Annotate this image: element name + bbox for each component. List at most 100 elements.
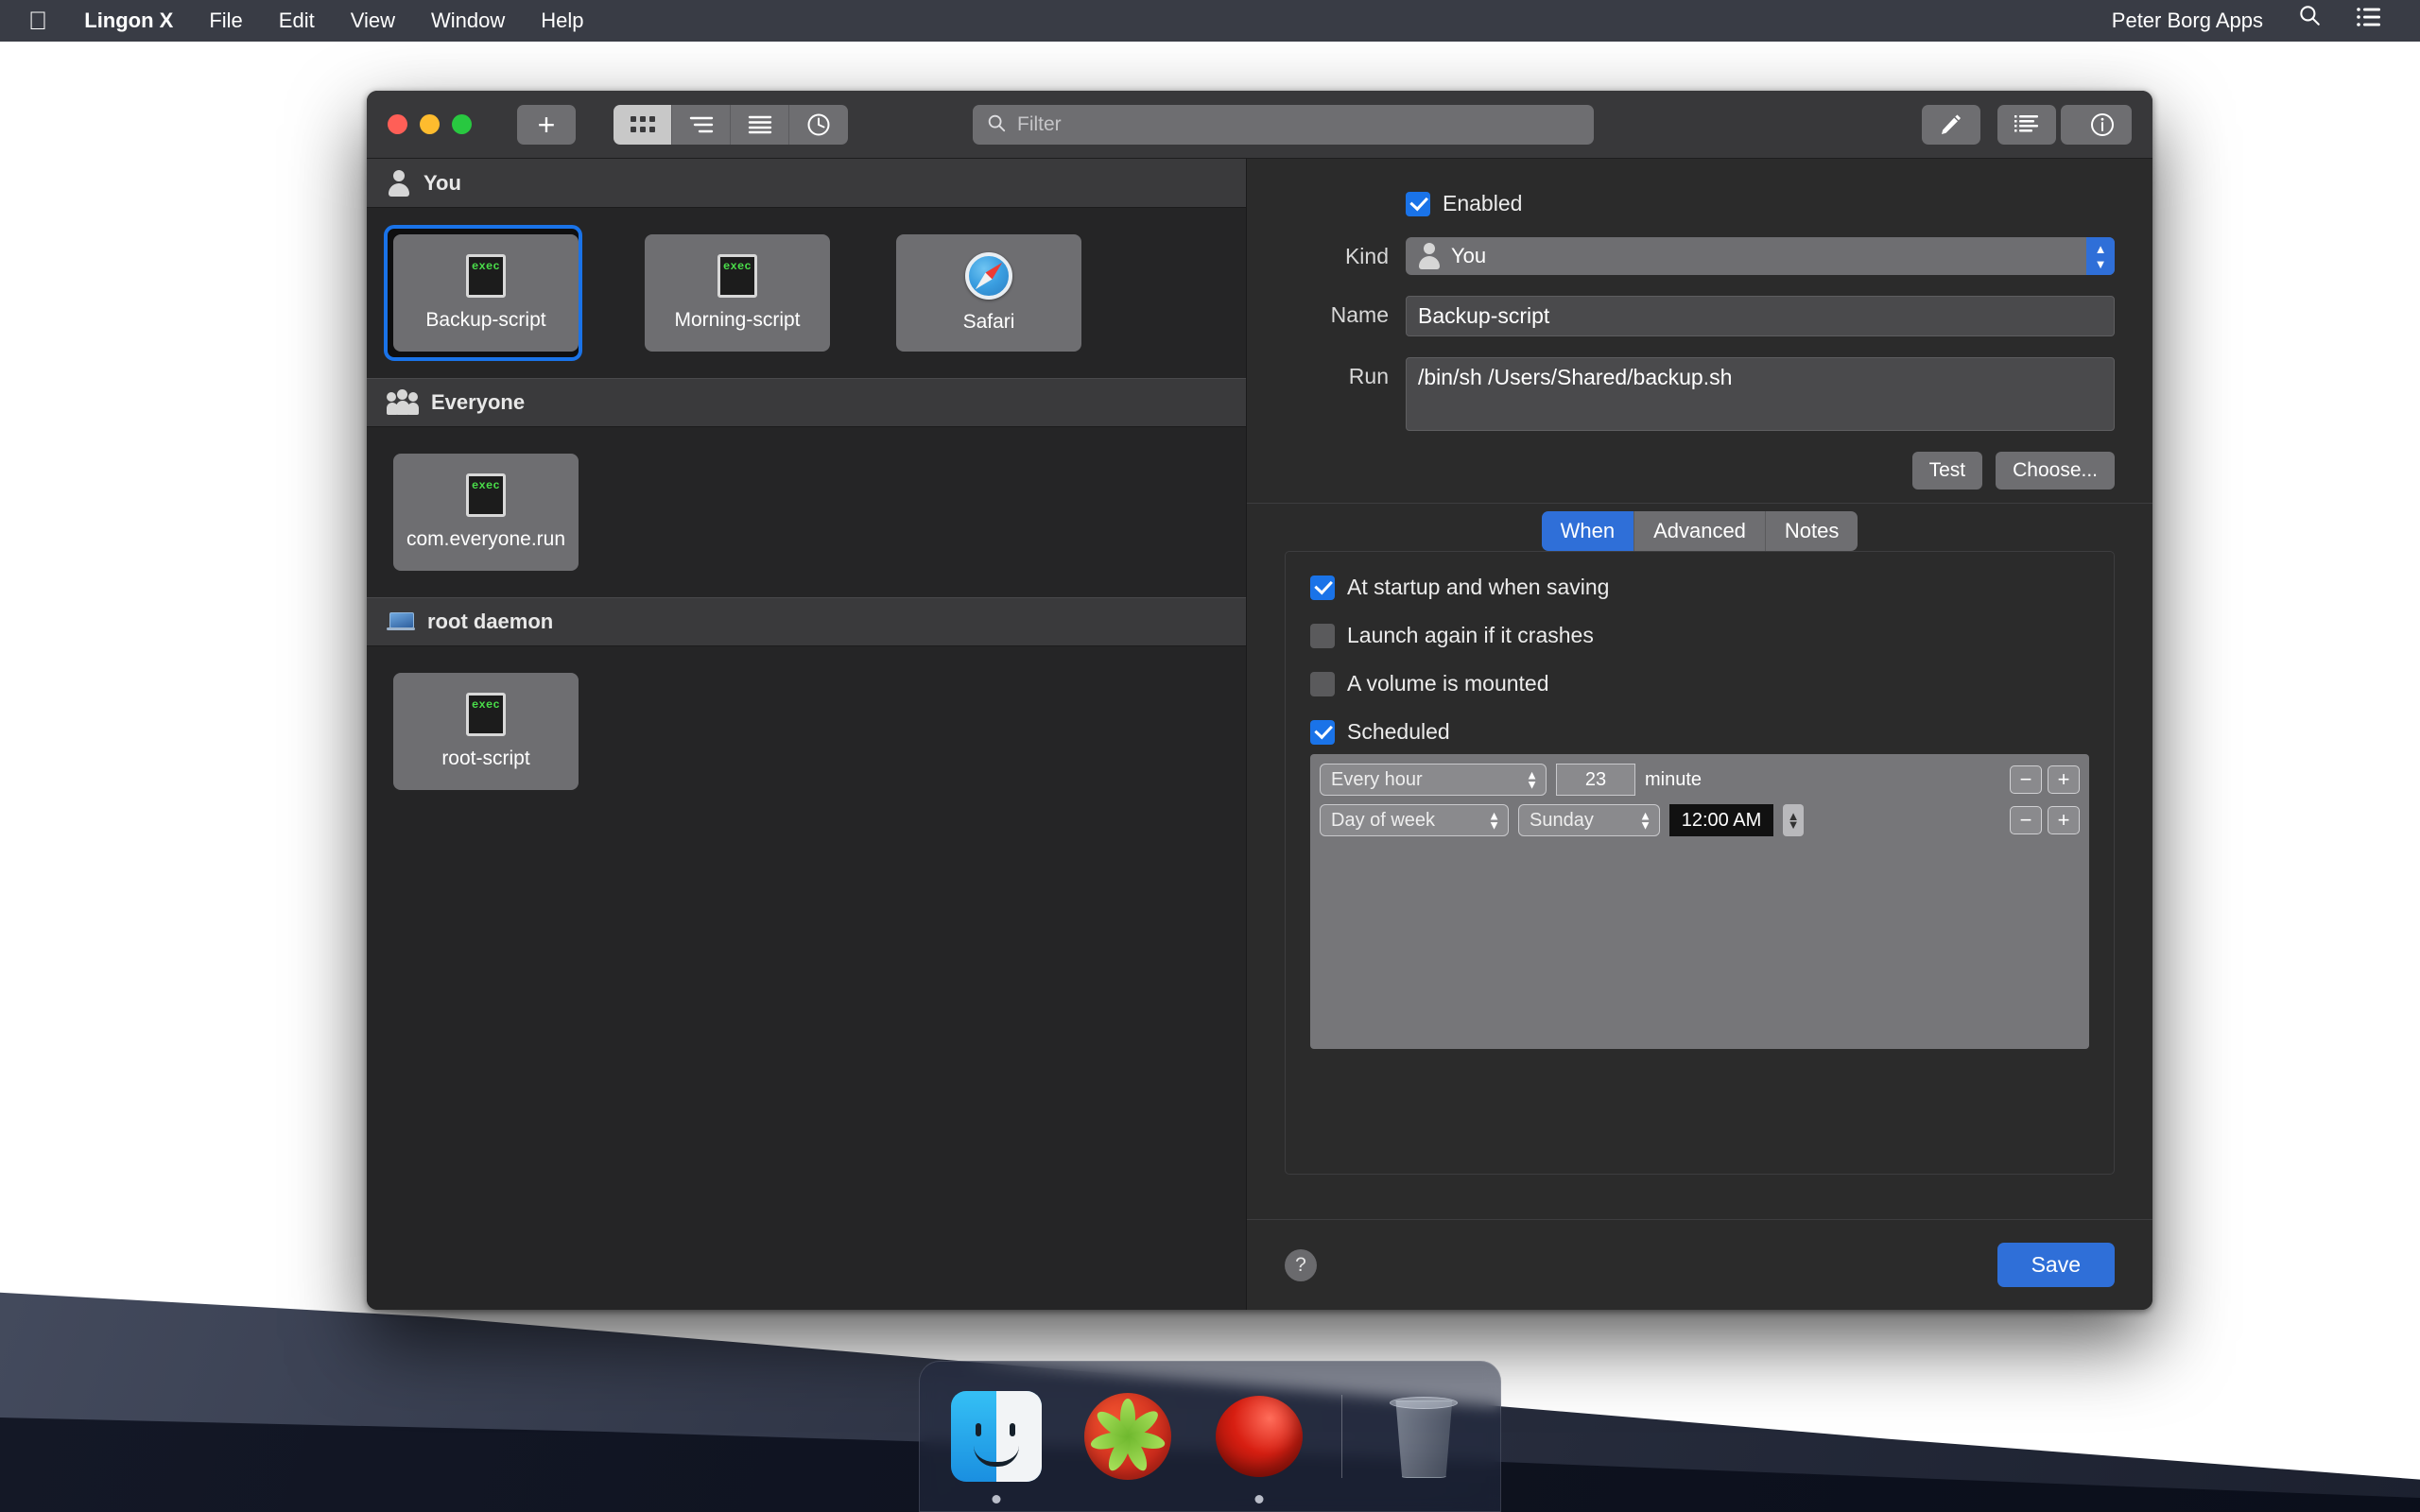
job-tile-backup-script[interactable]: exec Backup-script [384, 225, 582, 361]
view-mode-segmented-control [614, 105, 848, 145]
list-view-button[interactable] [731, 105, 789, 145]
window-body: You exec Backup-script exec Morning-scri… [367, 159, 2152, 1310]
menu-app-name[interactable]: Lingon X [66, 0, 191, 42]
name-input[interactable]: Backup-script [1406, 296, 2115, 336]
menu-item-view[interactable]: View [333, 0, 413, 42]
schedule-unit-label-1: minute [1645, 769, 1702, 791]
schedule-day-select-2[interactable]: Sunday ▲▼ [1518, 804, 1660, 836]
option-scheduled[interactable]: Scheduled [1310, 719, 2089, 745]
dock-item-lingon-x[interactable] [1078, 1385, 1177, 1487]
save-button[interactable]: Save [1997, 1243, 2115, 1287]
scheduled-checkbox[interactable] [1310, 720, 1335, 745]
schedule-interval-select-1[interactable]: Every hour ▲▼ [1320, 764, 1547, 796]
enabled-checkbox[interactable] [1406, 192, 1430, 216]
remove-schedule-button-1[interactable]: − [2010, 765, 2042, 794]
menu-item-help[interactable]: Help [523, 0, 601, 42]
job-tile-root-script[interactable]: exec root-script [384, 663, 582, 799]
job-tile-safari[interactable]: Safari [887, 225, 1085, 361]
edit-pencil-button[interactable] [1922, 105, 1980, 145]
dock-item-finder[interactable] [946, 1385, 1046, 1487]
chevron-updown-icon: ▲▼ [1488, 811, 1500, 830]
job-detail-panel: Enabled Kind You ▲▼ Name Backup-sc [1247, 159, 2152, 1310]
section-header-everyone[interactable]: Everyone [367, 378, 1246, 427]
schedule-interval-value-2: Day of week [1331, 810, 1435, 832]
run-label: Run [1285, 357, 1406, 395]
job-tile-label: Safari [963, 311, 1015, 334]
laptop-icon [387, 611, 415, 632]
zoom-button[interactable] [452, 114, 472, 134]
job-tile-inner: Safari [896, 234, 1081, 352]
job-tile-inner: exec com.everyone.run [393, 454, 579, 571]
dock-item-trash[interactable] [1374, 1385, 1474, 1487]
section-title: root daemon [427, 610, 553, 634]
job-tile-morning-script[interactable]: exec Morning-script [635, 225, 834, 361]
tab-advanced[interactable]: Advanced [1634, 511, 1766, 551]
search-icon [986, 112, 1007, 138]
close-button[interactable] [388, 114, 407, 134]
add-job-button[interactable]: + [517, 105, 576, 145]
option-at-startup[interactable]: At startup and when saving [1310, 575, 2089, 600]
run-actions: Test Choose... [1406, 452, 2115, 490]
running-indicator [992, 1495, 1000, 1503]
at-startup-checkbox[interactable] [1310, 576, 1335, 600]
launch-again-checkbox[interactable] [1310, 624, 1335, 648]
menu-status-developer[interactable]: Peter Borg Apps [2095, 0, 2280, 42]
chevron-updown-icon: ▲▼ [1526, 770, 1538, 789]
kind-row: Kind You ▲▼ [1285, 237, 2115, 275]
filter-placeholder: Filter [1017, 113, 1062, 136]
scheduled-label: Scheduled [1347, 719, 1450, 745]
filter-input[interactable]: Filter [973, 105, 1594, 145]
detail-tabs: When Advanced Notes [1542, 511, 1858, 551]
section-title: Everyone [431, 390, 525, 415]
grid-view-button[interactable] [614, 105, 672, 145]
schedule-minute-input-1[interactable]: 23 [1556, 764, 1635, 796]
section-header-root-daemon[interactable]: root daemon [367, 597, 1246, 646]
tab-when[interactable]: When [1542, 511, 1634, 551]
menu-bar:  Lingon X File Edit View Window Help Pe… [0, 0, 2420, 42]
section-header-you[interactable]: You [367, 159, 1246, 208]
running-indicator [1255, 1495, 1264, 1503]
option-volume-mounted[interactable]: A volume is mounted [1310, 671, 2089, 696]
schedule-time-stepper-2[interactable]: ▲▼ [1783, 804, 1804, 836]
volume-mounted-checkbox[interactable] [1310, 672, 1335, 696]
menu-item-file[interactable]: File [191, 0, 260, 42]
lingon-x-window: + [367, 91, 2152, 1310]
job-detail-form: Enabled Kind You ▲▼ Name Backup-sc [1247, 159, 2152, 490]
run-input[interactable]: /bin/sh /Users/Shared/backup.sh [1406, 357, 2115, 431]
schedule-row-1: Every hour ▲▼ 23 minute − + [1320, 764, 2080, 796]
help-button[interactable]: ? [1285, 1249, 1317, 1281]
jobs-browser: You exec Backup-script exec Morning-scri… [367, 159, 1247, 1310]
kind-label: Kind [1285, 237, 1406, 275]
menu-item-edit[interactable]: Edit [261, 0, 333, 42]
kind-select[interactable]: You ▲▼ [1406, 237, 2115, 275]
section-title: You [424, 171, 461, 196]
scheduled-view-button[interactable] [789, 105, 848, 145]
schedule-interval-select-2[interactable]: Day of week ▲▼ [1320, 804, 1509, 836]
apple-menu-icon[interactable]:  [23, 0, 66, 42]
info-button[interactable] [2073, 105, 2132, 145]
job-tile-inner: exec Morning-script [645, 234, 830, 352]
minimize-button[interactable] [420, 114, 440, 134]
window-toolbar: + [367, 91, 2152, 159]
option-launch-again[interactable]: Launch again if it crashes [1310, 623, 2089, 648]
launch-again-label: Launch again if it crashes [1347, 623, 1594, 648]
test-button[interactable]: Test [1912, 452, 1983, 490]
spotlight-search-icon[interactable] [2280, 0, 2339, 42]
list-align-view-button[interactable] [672, 105, 731, 145]
job-tile-com-everyone-run[interactable]: exec com.everyone.run [384, 444, 582, 580]
dock-item-tomato-timer[interactable] [1210, 1385, 1309, 1487]
choose-button[interactable]: Choose... [1996, 452, 2115, 490]
enabled-checkbox-row[interactable]: Enabled [1406, 191, 1522, 216]
add-schedule-button-1[interactable]: + [2048, 765, 2080, 794]
exec-icon: exec [466, 473, 506, 517]
control-center-icon[interactable] [2339, 0, 2399, 42]
remove-schedule-button-2[interactable]: − [2010, 806, 2042, 834]
schedule-time-input-2[interactable]: 12:00 AM [1669, 804, 1773, 836]
trash-icon [1386, 1393, 1461, 1480]
menu-item-window[interactable]: Window [413, 0, 523, 42]
tab-notes[interactable]: Notes [1766, 511, 1858, 551]
add-schedule-button-2[interactable]: + [2048, 806, 2080, 834]
person-icon [1417, 243, 1442, 269]
log-list-button[interactable] [1997, 105, 2056, 145]
dock [919, 1361, 1501, 1512]
